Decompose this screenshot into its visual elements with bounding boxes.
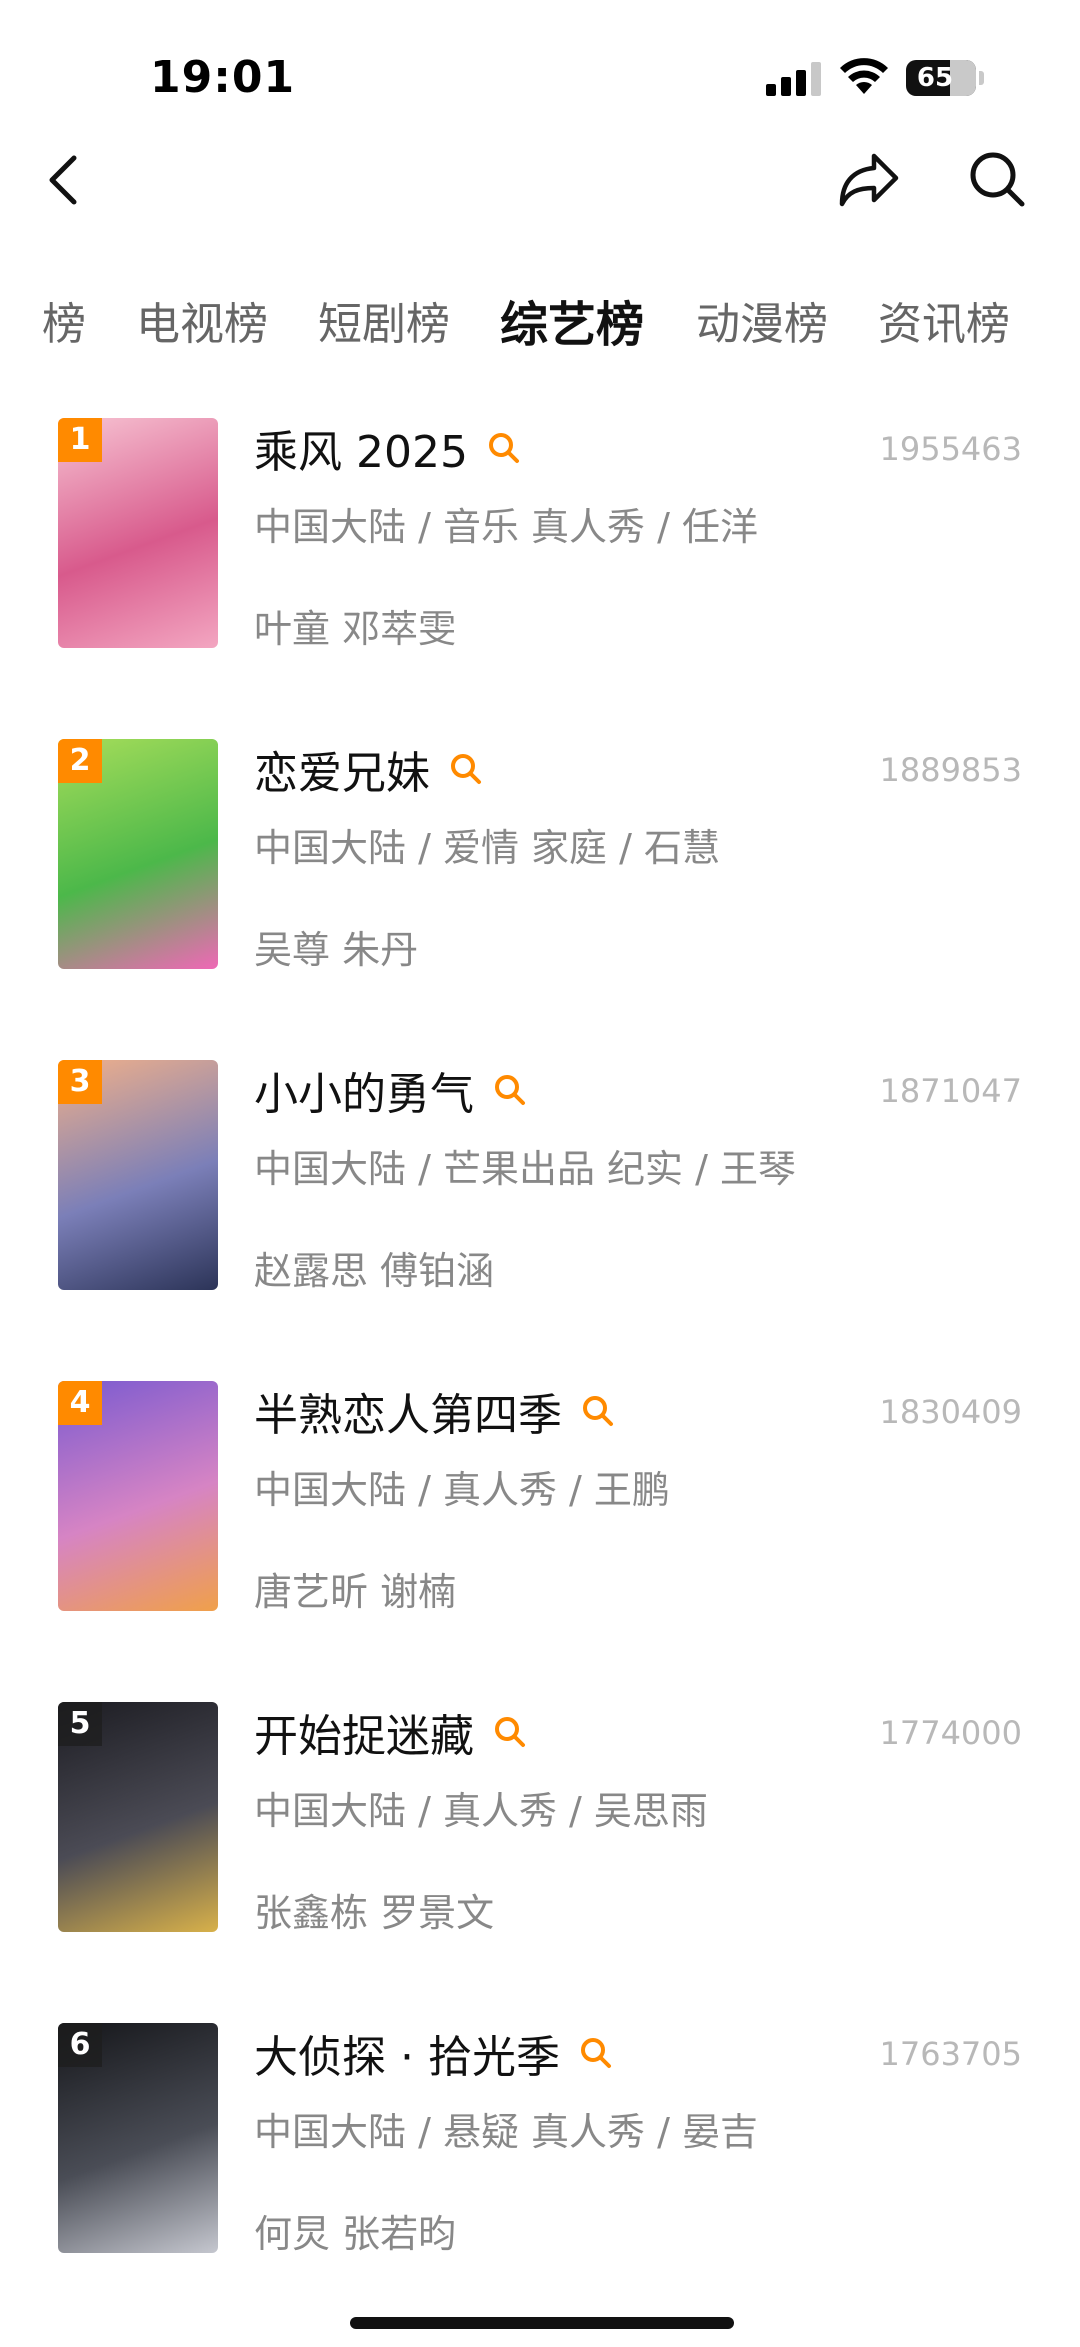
poster-image[interactable]: 5 — [58, 1702, 218, 1932]
show-title[interactable]: 小小的勇气 — [254, 1058, 474, 1122]
list-item[interactable]: 5 开始捉迷藏 1774000 中国大陆 / 真人秀 / 吴思雨 张鑫栋 罗景文 — [0, 1702, 1080, 1942]
hot-search-icon[interactable] — [576, 2033, 616, 2073]
battery-nub — [979, 71, 984, 85]
wifi-icon — [840, 58, 888, 94]
poster-image[interactable]: 3 — [58, 1060, 218, 1290]
heat-score: 1774000 — [879, 1714, 1022, 1752]
tab-news[interactable]: 资讯榜 — [878, 285, 1010, 365]
category-tabs: 榜 电视榜 短剧榜 综艺榜 动漫榜 资讯榜 — [0, 285, 1080, 365]
back-button[interactable] — [40, 150, 90, 210]
title-row: 恋爱兄妹 — [254, 739, 486, 799]
show-cast: 何炅 张若昀 — [254, 2212, 457, 2256]
show-meta: 中国大陆 / 真人秀 / 吴思雨 — [254, 1789, 708, 1833]
heat-score: 1763705 — [879, 2035, 1022, 2073]
title-row: 开始捉迷藏 — [254, 1702, 530, 1762]
rank-badge: 4 — [58, 1381, 102, 1425]
rank-badge: 5 — [58, 1702, 102, 1746]
hot-search-icon[interactable] — [446, 749, 486, 789]
tab-anime[interactable]: 动漫榜 — [696, 285, 828, 365]
heat-score: 1955463 — [879, 430, 1022, 468]
hot-search-icon[interactable] — [578, 1391, 618, 1431]
show-cast: 张鑫栋 罗景文 — [254, 1891, 495, 1935]
title-row: 大侦探 · 拾光季 — [254, 2023, 616, 2083]
list-item[interactable]: 3 小小的勇气 1871047 中国大陆 / 芒果出品 纪实 / 王琴 赵露思 傅铂涵 — [0, 1060, 1080, 1300]
tab-tv[interactable]: 电视榜 — [136, 285, 268, 365]
search-button[interactable] — [966, 148, 1028, 210]
tab-partial[interactable]: 榜 — [42, 285, 86, 365]
rank-badge: 2 — [58, 739, 102, 783]
home-indicator — [350, 2317, 734, 2329]
show-title[interactable]: 大侦探 · 拾光季 — [254, 2021, 560, 2085]
show-title[interactable]: 半熟恋人第四季 — [254, 1379, 562, 1443]
rank-badge: 1 — [58, 418, 102, 462]
title-row: 半熟恋人第四季 — [254, 1381, 618, 1441]
show-cast: 赵露思 傅铂涵 — [254, 1249, 495, 1293]
show-meta: 中国大陆 / 悬疑 真人秀 / 晏吉 — [254, 2110, 759, 2154]
rank-badge: 3 — [58, 1060, 102, 1104]
share-button[interactable] — [836, 148, 902, 210]
heat-score: 1889853 — [879, 751, 1022, 789]
list-item[interactable]: 6 大侦探 · 拾光季 1763705 中国大陆 / 悬疑 真人秀 / 晏吉 何炅 张若… — [0, 2023, 1080, 2263]
cellular-signal-icon — [766, 62, 822, 96]
show-cast: 叶童 邓萃雯 — [254, 607, 457, 651]
show-meta: 中国大陆 / 音乐 真人秀 / 任洋 — [254, 505, 759, 549]
rank-badge: 6 — [58, 2023, 102, 2067]
status-bar: 19:01 65 — [0, 0, 1080, 140]
heat-score: 1871047 — [879, 1072, 1022, 1110]
title-row: 小小的勇气 — [254, 1060, 530, 1120]
show-title[interactable]: 乘风 2025 — [254, 416, 468, 480]
show-meta: 中国大陆 / 爱情 家庭 / 石慧 — [254, 826, 721, 870]
show-meta: 中国大陆 / 真人秀 / 王鹏 — [254, 1468, 670, 1512]
title-row: 乘风 2025 — [254, 418, 524, 478]
poster-image[interactable]: 4 — [58, 1381, 218, 1611]
hot-search-icon[interactable] — [490, 1712, 530, 1752]
tab-variety[interactable]: 综艺榜 — [500, 285, 644, 365]
hot-search-icon[interactable] — [490, 1070, 530, 1110]
tab-short-drama[interactable]: 短剧榜 — [318, 285, 450, 365]
show-title[interactable]: 恋爱兄妹 — [254, 737, 430, 801]
list-item[interactable]: 1 乘风 2025 1955463 中国大陆 / 音乐 真人秀 / 任洋 叶童 邓萃雯 — [0, 418, 1080, 658]
status-time: 19:01 — [150, 52, 296, 103]
show-cast: 唐艺昕 谢楠 — [254, 1570, 457, 1614]
hot-search-icon[interactable] — [484, 428, 524, 468]
heat-score: 1830409 — [879, 1393, 1022, 1431]
battery-icon: 65 — [906, 60, 976, 96]
poster-image[interactable]: 1 — [58, 418, 218, 648]
poster-image[interactable]: 2 — [58, 739, 218, 969]
list-item[interactable]: 4 半熟恋人第四季 1830409 中国大陆 / 真人秀 / 王鹏 唐艺昕 谢楠 — [0, 1381, 1080, 1621]
poster-image[interactable]: 6 — [58, 2023, 218, 2253]
show-meta: 中国大陆 / 芒果出品 纪实 / 王琴 — [254, 1147, 797, 1191]
show-title[interactable]: 开始捉迷藏 — [254, 1700, 474, 1764]
show-cast: 吴尊 朱丹 — [254, 928, 419, 972]
battery-level: 65 — [916, 63, 954, 93]
list-item[interactable]: 2 恋爱兄妹 1889853 中国大陆 / 爱情 家庭 / 石慧 吴尊 朱丹 — [0, 739, 1080, 979]
page: 19:01 65 榜 电视榜 短剧榜 综艺榜 动漫榜 资讯榜 1 乘风 2025… — [0, 0, 1080, 2347]
